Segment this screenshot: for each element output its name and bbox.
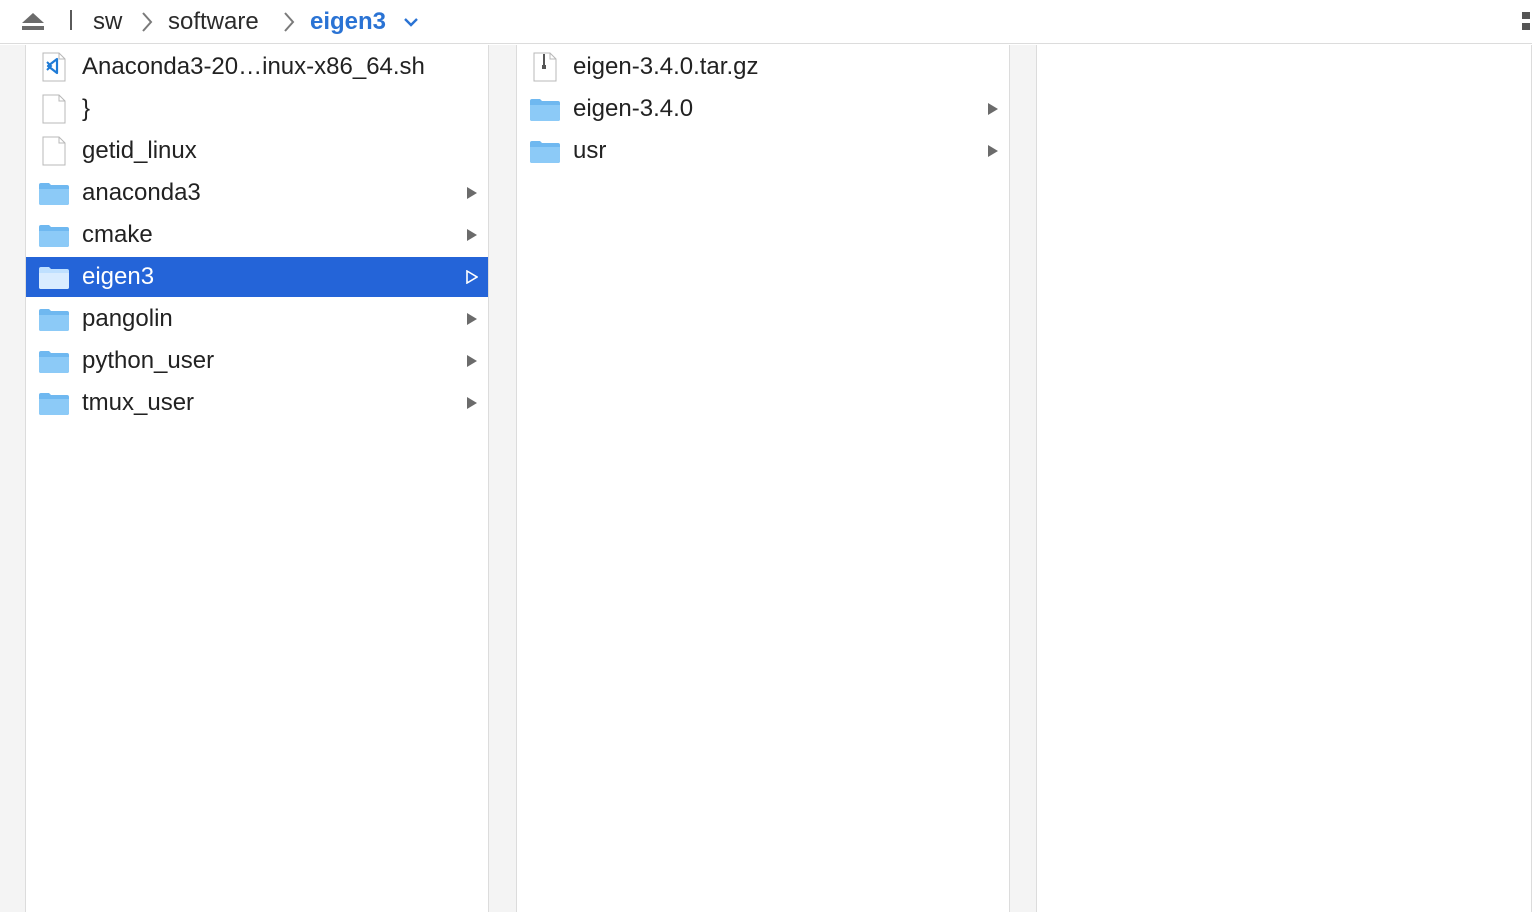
browser-column-2: eigen-3.4.0.tar.gz eigen-3.4.0 usr [516, 45, 1010, 912]
breadcrumb-item-software[interactable]: software [168, 6, 259, 38]
column-gutter [0, 45, 26, 912]
item-name: python_user [82, 347, 215, 374]
file-row[interactable]: eigen-3.4.0.tar.gz [517, 47, 1009, 87]
file-row[interactable]: getid_linux [26, 131, 488, 171]
chevron-right-icon [284, 12, 295, 32]
document-icon [42, 94, 66, 124]
folder-icon [39, 225, 69, 247]
folder-row[interactable]: eigen3 [26, 257, 488, 297]
folder-icon [530, 141, 560, 163]
item-name: usr [573, 137, 607, 164]
breadcrumb-item-sw[interactable]: sw [93, 6, 122, 38]
disclosure-arrow-icon [988, 103, 998, 115]
folder-row[interactable]: usr [517, 131, 1009, 171]
folder-row[interactable]: anaconda3 [26, 173, 488, 213]
vscode-script-file-icon [42, 52, 66, 82]
eject-icon[interactable] [20, 10, 46, 32]
folder-row[interactable]: tmux_user [26, 383, 488, 423]
browser-column-1: Anaconda3-20…inux-x86_64.sh} getid_linuxa… [25, 45, 489, 912]
item-name: Anaconda3-20…inux-x86_64.sh [82, 53, 425, 80]
disclosure-arrow-icon [467, 313, 477, 325]
item-name: } [82, 95, 91, 122]
disclosure-arrow-icon [467, 397, 477, 409]
chevron-right-icon [142, 12, 153, 32]
disclosure-arrow-icon [467, 229, 477, 241]
folder-icon [39, 309, 69, 331]
item-name: eigen-3.4.0 [573, 95, 694, 122]
folder-icon [39, 393, 69, 415]
disclosure-arrow-icon [467, 355, 477, 367]
item-name: getid_linux [82, 137, 197, 164]
item-name: pangolin [82, 305, 173, 332]
file-row[interactable]: } [26, 89, 488, 129]
column-gutter [489, 45, 517, 912]
item-name: eigen3 [82, 263, 155, 290]
item-name: eigen-3.4.0.tar.gz [573, 53, 759, 80]
browser-column-3 [1036, 45, 1532, 912]
item-name: tmux_user [82, 389, 195, 416]
document-icon [42, 136, 66, 166]
breadcrumb-current[interactable]: eigen3 [310, 6, 386, 38]
disclosure-arrow-icon [988, 145, 998, 157]
column-gutter [1009, 45, 1037, 912]
folder-icon [39, 267, 69, 289]
folder-row[interactable]: cmake [26, 215, 488, 255]
folder-row[interactable]: python_user [26, 341, 488, 381]
folder-icon [530, 99, 560, 121]
file-row[interactable]: Anaconda3-20…inux-x86_64.sh [26, 47, 488, 87]
chevron-down-icon[interactable] [402, 15, 420, 29]
path-bar: sw software eigen3 [0, 0, 1532, 44]
archive-icon [533, 52, 557, 82]
overflow-handle[interactable] [1522, 12, 1532, 32]
item-name: anaconda3 [82, 179, 201, 206]
disclosure-arrow-icon [467, 187, 477, 199]
folder-row[interactable]: eigen-3.4.0 [517, 89, 1009, 129]
folder-icon [39, 183, 69, 205]
folder-row[interactable]: pangolin [26, 299, 488, 339]
path-separator [70, 10, 72, 30]
folder-icon [39, 351, 69, 373]
item-name: cmake [82, 221, 153, 248]
disclosure-arrow-icon [466, 270, 478, 284]
